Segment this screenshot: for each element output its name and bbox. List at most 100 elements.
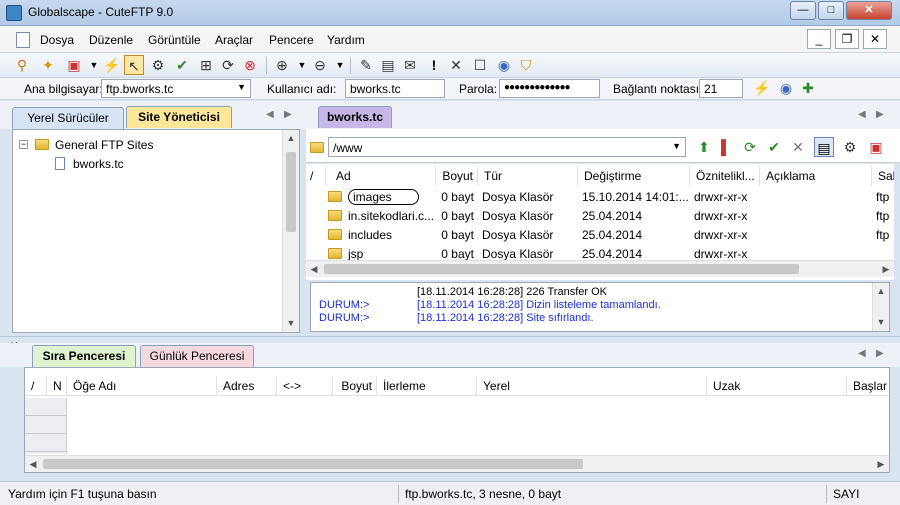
tree-toggle[interactable]: − xyxy=(19,140,28,149)
file-list-hscroll[interactable]: ◀ ▶ xyxy=(306,260,894,277)
tab-scroll-left-icon[interactable]: ◀ xyxy=(858,348,866,359)
reconnect-icon[interactable]: ✔ xyxy=(764,137,784,157)
refresh-icon[interactable]: ⟳ xyxy=(218,55,238,75)
disconnect-icon[interactable]: ⚙ xyxy=(840,137,860,157)
pointer-tool-icon[interactable]: ↖ xyxy=(124,55,144,75)
upload-dropdown-icon[interactable]: ▼ xyxy=(330,55,350,75)
tab-scroll-left-icon[interactable]: ◀ xyxy=(858,109,866,120)
scroll-up-icon[interactable]: ▲ xyxy=(873,283,889,300)
tab-log[interactable]: Günlük Penceresi xyxy=(140,345,254,367)
maximize-button[interactable]: □ xyxy=(818,1,844,20)
tab-local-drives[interactable]: Yerel Sürücüler xyxy=(12,107,124,129)
view-icon[interactable]: ▤ xyxy=(378,55,398,75)
table-row[interactable]: images 0 bayt Dosya Klasör 15.10.2014 14:01… xyxy=(306,188,894,207)
scroll-down-icon[interactable]: ▼ xyxy=(873,314,889,331)
col-remote[interactable]: Uzak xyxy=(707,376,847,396)
col-progress[interactable]: İlerleme xyxy=(377,376,477,396)
menu-araclar[interactable]: Araçlar xyxy=(215,33,253,47)
host-input[interactable]: ftp.bworks.tc ▼ xyxy=(101,79,251,98)
password-input[interactable]: ●●●●●●●●●●●●● xyxy=(499,79,600,98)
scroll-right-icon[interactable]: ▶ xyxy=(873,456,889,472)
close-button[interactable]: ✕ xyxy=(846,1,892,20)
mdi-minimize-button[interactable]: _ xyxy=(807,29,831,49)
reconnect-icon[interactable]: ✔ xyxy=(172,55,192,75)
scroll-thumb[interactable] xyxy=(286,152,296,232)
mdi-restore-button[interactable]: ❐ xyxy=(835,29,859,49)
mdi-close-button[interactable]: ✕ xyxy=(863,29,887,49)
scroll-down-icon[interactable]: ▼ xyxy=(283,315,299,332)
edit-icon[interactable]: ✎ xyxy=(356,55,376,75)
globe-icon[interactable]: ◉ xyxy=(776,78,796,98)
menu-duzenle[interactable]: Düzenle xyxy=(89,33,133,47)
tab-scroll-right-icon[interactable]: ▶ xyxy=(284,109,292,120)
user-input[interactable]: bworks.tc xyxy=(345,79,445,98)
bookmark-icon[interactable]: ▌ xyxy=(716,137,736,157)
folder-up-icon[interactable]: ⬆ xyxy=(694,137,714,157)
col-sort[interactable]: / xyxy=(25,376,47,396)
connect-icon[interactable]: ⚲ xyxy=(12,55,32,75)
col-local[interactable]: Yerel xyxy=(477,376,707,396)
connect-bolt-icon[interactable]: ⚡ xyxy=(752,78,772,98)
upload-icon[interactable]: ⊖ xyxy=(310,55,330,75)
menu-pencere[interactable]: Pencere xyxy=(269,33,314,47)
col-direction[interactable]: <-> xyxy=(277,376,333,396)
menu-goruntule[interactable]: Görüntüle xyxy=(148,33,201,47)
url-icon[interactable]: ⊞ xyxy=(196,55,216,75)
tree-root-item[interactable]: General FTP Sites xyxy=(35,138,153,152)
port-input[interactable]: 21 xyxy=(699,79,743,98)
tab-scroll-right-icon[interactable]: ▶ xyxy=(876,348,884,359)
col-modified[interactable]: Değiştirme xyxy=(578,166,690,186)
tab-remote-site[interactable]: bworks.tc xyxy=(318,106,392,128)
tab-scroll-right-icon[interactable]: ▶ xyxy=(876,109,884,120)
scroll-left-icon[interactable]: ◀ xyxy=(25,456,41,472)
scroll-up-icon[interactable]: ▲ xyxy=(283,130,299,147)
delete-icon[interactable]: ✕ xyxy=(446,55,466,75)
col-size[interactable]: Boyut xyxy=(333,376,377,396)
download-icon[interactable]: ⊕ xyxy=(272,55,292,75)
col-sort[interactable]: / xyxy=(306,166,326,186)
stop-icon[interactable]: ⊗ xyxy=(240,55,260,75)
site-properties-icon[interactable]: ▣ xyxy=(866,137,886,157)
execute-icon[interactable]: ✉ xyxy=(400,55,420,75)
disconnect-icon[interactable]: ⚙ xyxy=(148,55,168,75)
scroll-left-icon[interactable]: ◀ xyxy=(306,261,322,278)
download-dropdown-icon[interactable]: ▼ xyxy=(292,55,312,75)
tab-scroll-left-icon[interactable]: ◀ xyxy=(266,109,274,120)
quick-connect-icon[interactable]: ⚡ xyxy=(102,55,122,75)
col-attributes[interactable]: Öznitelikl... xyxy=(690,166,760,186)
remote-path-input[interactable]: /www ▼ xyxy=(328,137,686,157)
queue-hscroll[interactable]: ◀ ▶ xyxy=(25,455,889,472)
rename-icon[interactable]: ☐ xyxy=(470,55,490,75)
chevron-down-icon[interactable]: ▼ xyxy=(672,141,681,151)
tree-site-item[interactable]: bworks.tc xyxy=(55,157,124,171)
col-start[interactable]: Başlar xyxy=(847,376,889,396)
col-type[interactable]: Tür xyxy=(478,166,578,186)
col-number[interactable]: N xyxy=(47,376,67,396)
menu-yardim[interactable]: Yardım xyxy=(327,33,365,47)
view-list-icon[interactable]: ▤ xyxy=(814,137,834,157)
add-site-icon[interactable]: ✚ xyxy=(798,78,818,98)
scroll-right-icon[interactable]: ▶ xyxy=(878,261,894,278)
scroll-thumb[interactable] xyxy=(324,264,799,274)
properties-icon[interactable]: ! xyxy=(424,55,444,75)
security-icon[interactable]: ⛉ xyxy=(516,55,536,75)
col-owner[interactable]: Sah xyxy=(872,166,894,186)
tree-scrollbar[interactable]: ▲ ▼ xyxy=(282,130,299,332)
refresh-icon[interactable]: ⟳ xyxy=(740,137,760,157)
new-site-icon[interactable]: ▣ xyxy=(64,55,84,75)
table-row[interactable]: in.sitekodlari.c... 0 bayt Dosya Klasör 25.… xyxy=(306,207,894,226)
dropdown-icon[interactable]: ▼ xyxy=(84,55,104,75)
wizard-icon[interactable]: ✦ xyxy=(38,55,58,75)
col-size[interactable]: Boyut xyxy=(436,166,478,186)
tab-site-manager[interactable]: Site Yöneticisi xyxy=(126,106,232,128)
chevron-down-icon[interactable]: ▼ xyxy=(237,82,246,92)
table-row[interactable]: includes 0 bayt Dosya Klasör 25.04.2014 drwx… xyxy=(306,226,894,245)
col-item-name[interactable]: Öğe Adı xyxy=(67,376,217,396)
col-description[interactable]: Açıklama xyxy=(760,166,872,186)
log-scrollbar[interactable]: ▲ ▼ xyxy=(872,283,889,331)
minimize-button[interactable]: — xyxy=(790,1,816,20)
stop-icon[interactable]: ✕ xyxy=(788,137,808,157)
tab-queue[interactable]: Sıra Penceresi xyxy=(32,345,136,367)
col-address[interactable]: Adres xyxy=(217,376,277,396)
menu-dosya[interactable]: Dosya xyxy=(40,33,74,47)
